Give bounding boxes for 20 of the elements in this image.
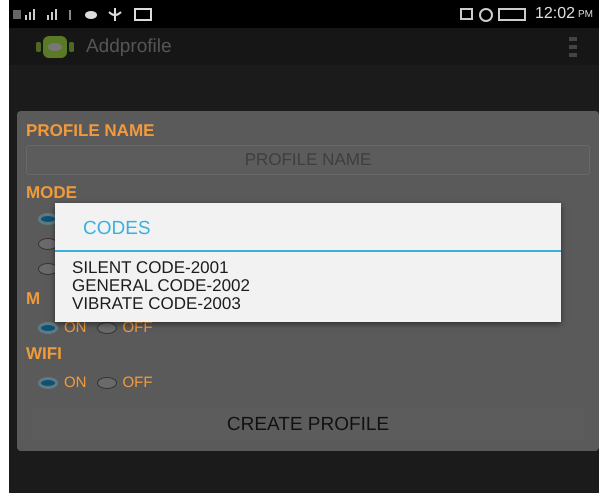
clock-time: 12:02: [534, 5, 575, 23]
field-label: PROFILE NAME: [26, 121, 154, 141]
radio-label: ON: [64, 374, 86, 391]
radio-button[interactable]: [38, 376, 58, 388]
radio-button[interactable]: [38, 322, 58, 334]
robot-icon: [36, 34, 74, 60]
code-line: VIBRATE CODE-2003: [72, 295, 242, 313]
radio-label: ON: [64, 319, 86, 336]
status-icons-drawing: [458, 6, 529, 22]
section-label: WIFI: [26, 344, 62, 364]
app-title: Addprofile: [86, 36, 173, 58]
section-label: MODE: [26, 183, 77, 203]
section-label: M: [26, 289, 40, 309]
clock-meridiem: PM: [578, 8, 593, 20]
code-line: SILENT CODE-2001: [72, 259, 230, 277]
radio-label: OFF: [122, 374, 152, 391]
dialog-title: CODES: [55, 203, 561, 252]
radio-button[interactable]: [96, 376, 116, 388]
radio-button[interactable]: [96, 322, 116, 334]
code-line: GENERAL CODE-2002: [72, 277, 251, 295]
